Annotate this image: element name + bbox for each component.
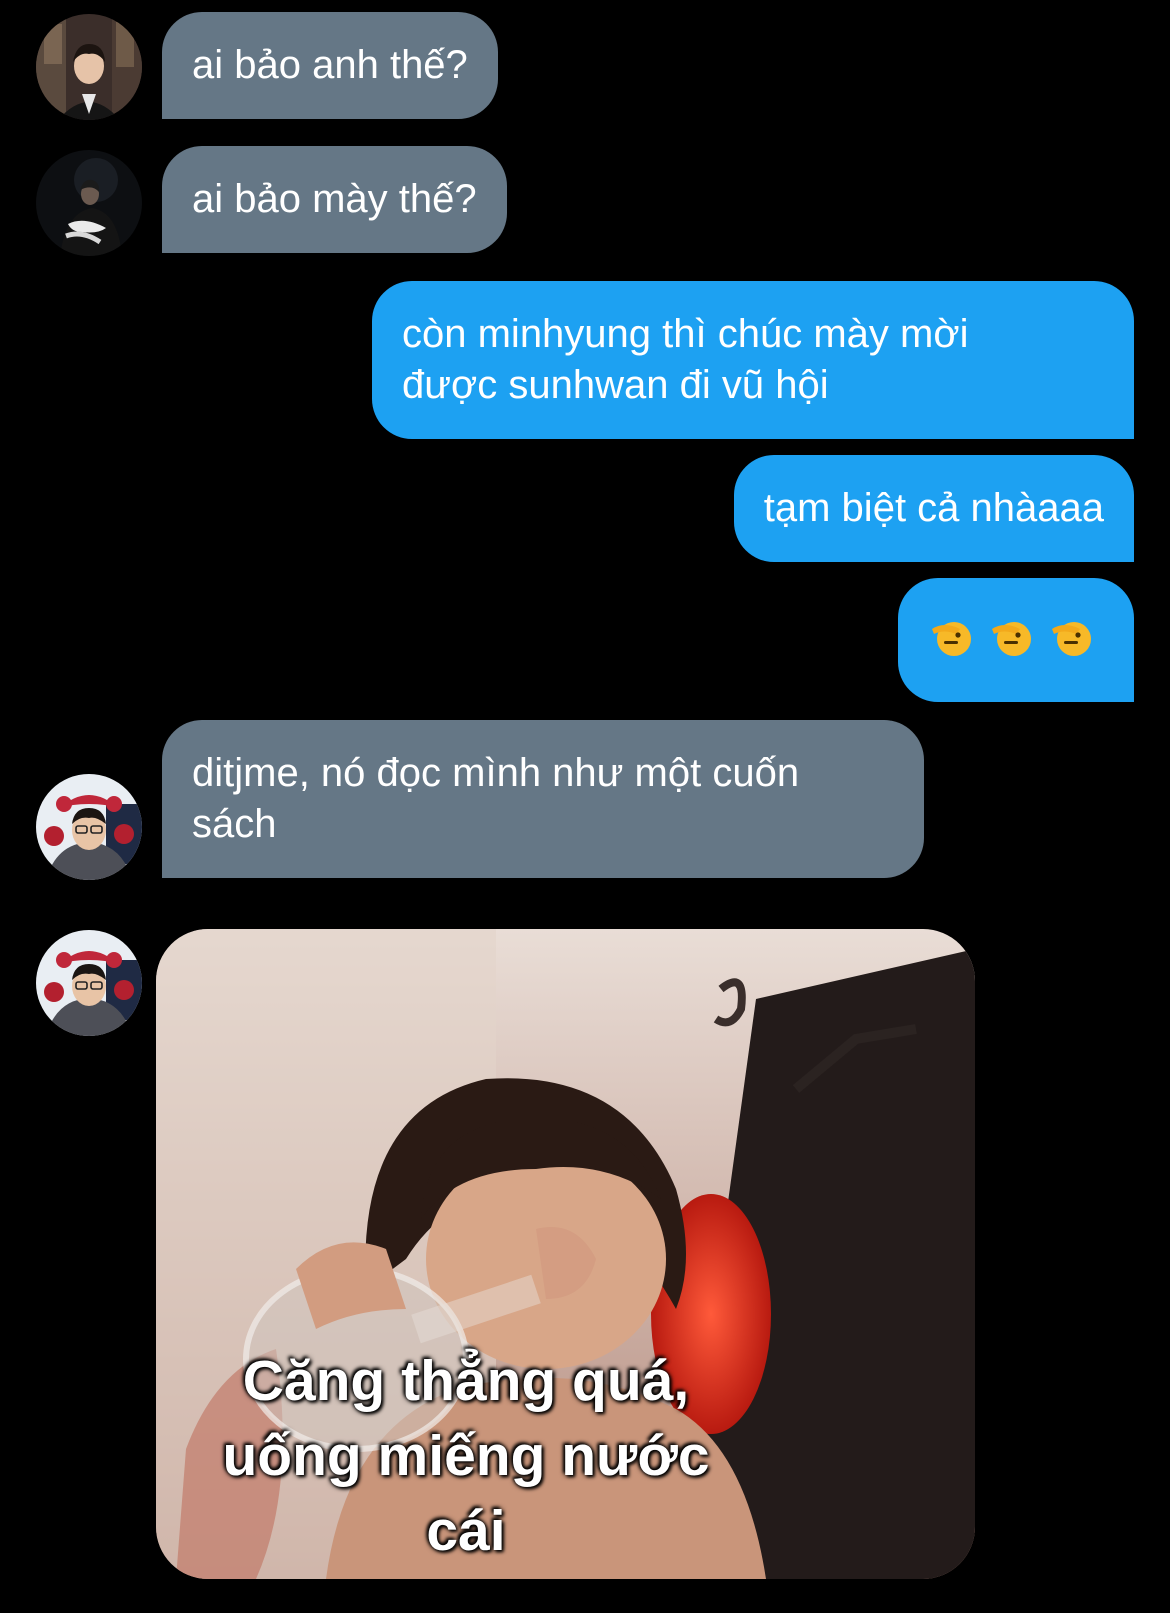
message-text-line: sách bbox=[192, 802, 277, 846]
saluting-face-icon bbox=[1052, 621, 1091, 656]
message-bubble-outgoing[interactable] bbox=[898, 578, 1134, 702]
avatar-image bbox=[36, 930, 142, 1036]
message-bubble-incoming[interactable]: ai bảo mày thế? bbox=[162, 146, 507, 253]
avatar[interactable] bbox=[36, 150, 142, 256]
meme-caption: Căng thẳng quá, uống miếng nước cái bbox=[222, 1349, 710, 1563]
avatar[interactable] bbox=[36, 774, 142, 880]
message-bubble-outgoing[interactable]: còn minhyung thì chúc mày mời được sunhw… bbox=[372, 281, 1134, 439]
message-bubble-incoming[interactable]: ditjme, nó đọc mình như một cuốn sách bbox=[162, 720, 924, 878]
meme-image[interactable]: Căng thẳng quá, uống miếng nước cái bbox=[156, 929, 975, 1579]
message-text: ai bảo anh thế? bbox=[192, 43, 468, 87]
avatar-image bbox=[36, 774, 142, 880]
message-bubble-incoming[interactable]: ai bảo anh thế? bbox=[162, 12, 498, 119]
emoji-row bbox=[930, 611, 1094, 662]
avatar-image bbox=[36, 150, 142, 256]
message-text: ai bảo mày thế? bbox=[192, 177, 477, 221]
avatar-image bbox=[36, 14, 142, 120]
message-text-line: được sunhwan đi vũ hội bbox=[402, 363, 829, 407]
avatar[interactable] bbox=[36, 14, 142, 120]
message-text-line: còn minhyung thì chúc mày mời bbox=[402, 312, 969, 356]
message-bubble-outgoing[interactable]: tạm biệt cả nhàaaa bbox=[733, 455, 1134, 562]
saluting-face-icon bbox=[992, 621, 1031, 656]
saluting-face-icon bbox=[932, 621, 971, 656]
avatar[interactable] bbox=[36, 930, 142, 1036]
message-text-line: ditjme, nó đọc mình như một cuốn bbox=[192, 751, 800, 795]
message-text: tạm biệt cả nhàaaa bbox=[763, 486, 1104, 530]
